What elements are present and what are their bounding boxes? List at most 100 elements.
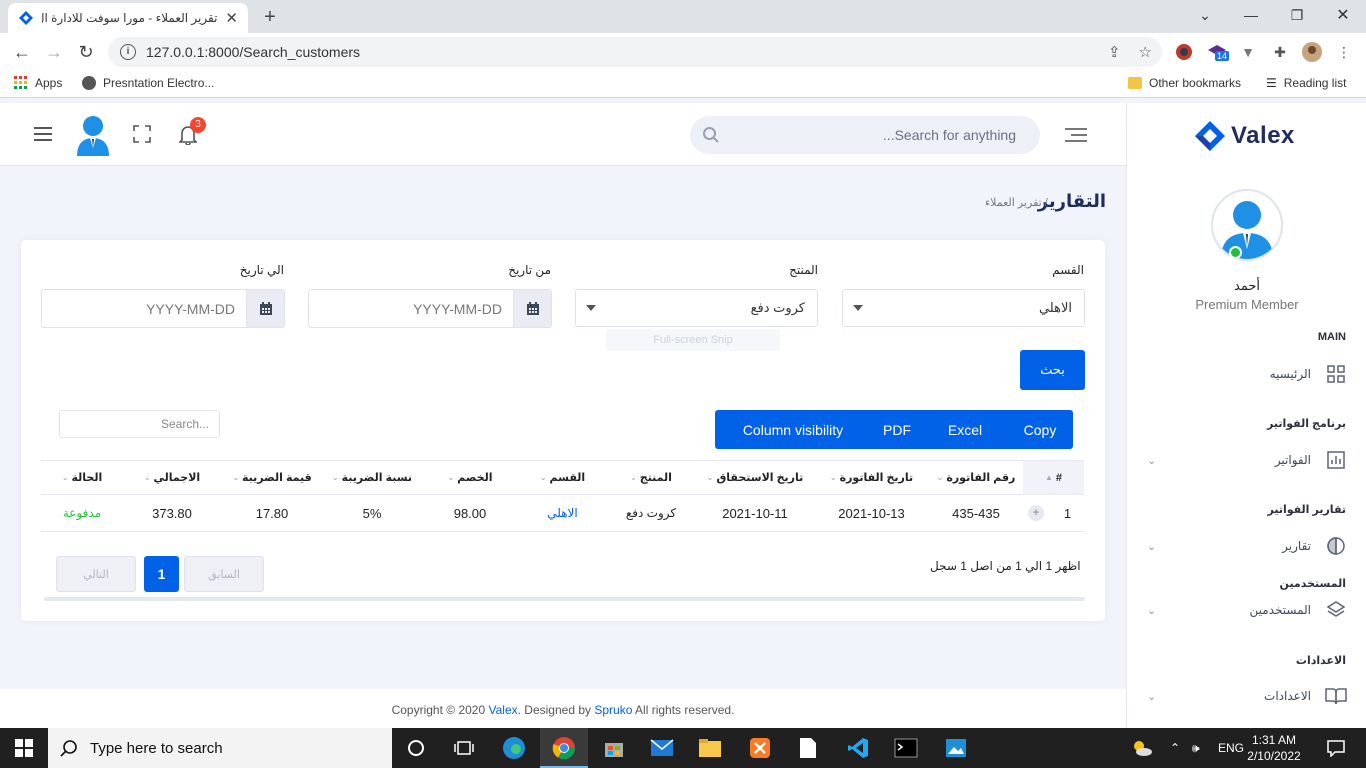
breadcrumb[interactable]: / تقرير العملاء — [985, 196, 1048, 209]
footer-designer-link[interactable]: Spruko — [594, 703, 632, 717]
col-header-tax-rate[interactable]: نسبة الضريبة ⌄ — [323, 461, 421, 494]
back-icon[interactable]: ← — [10, 40, 34, 64]
pagination-previous[interactable]: السابق — [184, 556, 264, 592]
expand-row-icon[interactable]: + — [1028, 505, 1044, 521]
excel-button[interactable]: Excel — [923, 410, 1007, 449]
col-header-product[interactable]: المنتج ⌄ — [606, 461, 696, 494]
header-search-input[interactable] — [690, 116, 1040, 154]
photos-icon[interactable] — [942, 734, 970, 762]
valex-logo[interactable]: Valex — [1193, 119, 1295, 153]
calendar-icon[interactable] — [246, 290, 284, 327]
sidebar-item-users[interactable]: المستخدمين ⌄ — [1147, 595, 1347, 625]
col-header-due-date[interactable]: تاريخ الاستحقاق ⌄ — [696, 461, 814, 494]
tray-overflow-icon[interactable]: ⌃ — [1170, 728, 1180, 768]
sort-icon: ⌄ — [936, 473, 944, 482]
to-date-input[interactable] — [42, 290, 247, 327]
weather-icon[interactable] — [1128, 734, 1156, 762]
menu-lines-icon[interactable] — [1064, 125, 1088, 145]
xampp-icon[interactable] — [746, 734, 774, 762]
to-date-field[interactable] — [41, 289, 285, 328]
sidebar-item-settings[interactable]: الاعدادات ⌄ — [1147, 681, 1347, 711]
col-header-discount[interactable]: الخصم ⌄ — [421, 461, 519, 494]
new-tab-icon[interactable]: + — [258, 5, 282, 29]
bookmark-star-icon[interactable]: ☆ — [1139, 43, 1152, 61]
extension-blocker-icon[interactable] — [1174, 42, 1194, 62]
col-header-invoice-number[interactable]: رقم الفاتورة ⌄ — [929, 461, 1023, 494]
col-header-total[interactable]: الاجمالي ⌄ — [123, 461, 221, 494]
browser-menu-icon[interactable]: ⋮ — [1334, 42, 1354, 62]
presentation-bookmark[interactable]: Presntation Electro... — [82, 76, 214, 90]
from-date-field[interactable] — [308, 289, 552, 328]
pdf-button[interactable]: PDF — [871, 410, 923, 449]
col-header-invoice-date[interactable]: تاريخ الفاتورة ⌄ — [814, 461, 929, 494]
cell-status-paid: مدفوعة — [62, 506, 102, 520]
close-tab-icon[interactable]: ✕ — [225, 9, 238, 27]
volume-icon[interactable]: 🕪 — [1192, 728, 1200, 768]
extension-graduation-icon[interactable]: 14 — [1207, 42, 1230, 62]
other-bookmarks[interactable]: Other bookmarks — [1128, 76, 1241, 90]
minimize-icon[interactable]: — — [1228, 0, 1274, 30]
fullscreen-icon[interactable] — [132, 124, 152, 144]
col-header-num[interactable]: # ▲ — [1023, 461, 1084, 494]
browser-toolbar: ← → ↻ i 127.0.0.1:8000/Search_customers … — [0, 33, 1366, 71]
extensions-puzzle-icon[interactable]: ✚ — [1270, 42, 1290, 62]
cortana-icon[interactable] — [402, 734, 430, 762]
tab-search-icon[interactable]: ⌄ — [1182, 0, 1228, 30]
product-filter-label: المنتج — [789, 263, 818, 277]
windows-start-icon[interactable] — [10, 734, 38, 762]
reading-list[interactable]: ☰ Reading list — [1266, 76, 1346, 90]
extension-v-icon[interactable]: ▼ — [1238, 42, 1258, 62]
edge-browser-icon[interactable] — [500, 734, 528, 762]
forward-icon[interactable]: → — [42, 40, 66, 64]
store-icon[interactable] — [600, 734, 628, 762]
section-select[interactable]: الاهلي — [842, 289, 1085, 327]
user-avatar[interactable] — [74, 113, 112, 157]
terminal-icon[interactable] — [892, 734, 920, 762]
col-header-status[interactable]: الحالة ⌄ — [41, 461, 123, 494]
task-view-icon[interactable] — [450, 734, 478, 762]
table-search[interactable] — [59, 410, 220, 438]
book-icon — [1325, 685, 1347, 707]
taskbar-search[interactable]: Type here to search — [48, 728, 392, 768]
pagination-page-1[interactable]: 1 — [144, 556, 179, 592]
copy-button[interactable]: Copy — [1007, 410, 1073, 449]
restore-icon[interactable]: ❐ — [1274, 0, 1320, 30]
header-search[interactable] — [690, 116, 1040, 154]
profile-avatar[interactable] — [1302, 42, 1322, 62]
close-window-icon[interactable]: ✕ — [1320, 0, 1366, 30]
table-search-input[interactable] — [60, 411, 219, 437]
column-visibility-button[interactable]: Column visibility — [715, 410, 871, 449]
document-icon[interactable] — [794, 734, 822, 762]
mail-icon[interactable] — [648, 734, 676, 762]
col-header-section[interactable]: القسم ⌄ — [519, 461, 606, 494]
cell-section-link[interactable]: الاهلي — [519, 495, 606, 531]
sidebar-item-reports[interactable]: تقارير ⌄ — [1147, 531, 1347, 561]
product-select[interactable]: كروت دفع — [575, 289, 818, 327]
folder-icon — [1128, 77, 1142, 89]
search-icon[interactable] — [702, 126, 720, 147]
calendar-icon[interactable] — [513, 290, 551, 327]
table-row[interactable]: + 1 435-435 2021-10-13 2021-10-11 كروت د… — [41, 495, 1084, 532]
apps-bookmark[interactable]: Apps — [14, 76, 62, 90]
search-submit-button[interactable]: بحث — [1020, 350, 1085, 390]
file-explorer-icon[interactable] — [696, 734, 724, 762]
hamburger-menu-icon[interactable] — [32, 123, 54, 145]
from-date-input[interactable] — [309, 290, 514, 327]
reload-icon[interactable]: ↻ — [74, 40, 98, 64]
pagination-next[interactable]: التالي — [56, 556, 136, 592]
notification-center-icon[interactable] — [1322, 734, 1350, 762]
sidebar-item-invoices[interactable]: الفواتير ⌄ — [1147, 445, 1347, 475]
col-header-tax-value[interactable]: قيمة الضريبة ⌄ — [221, 461, 323, 494]
sidebar-item-home[interactable]: الرئيسيه — [1147, 359, 1347, 389]
table-horizontal-scrollbar[interactable] — [44, 597, 1085, 601]
chrome-taskbar-button[interactable] — [540, 728, 588, 768]
address-bar[interactable]: i 127.0.0.1:8000/Search_customers ⇪ ☆ — [108, 37, 1162, 67]
share-icon[interactable]: ⇪ — [1108, 43, 1121, 61]
taskbar-clock[interactable]: 1:31 AM 2/10/2022 — [1244, 732, 1304, 764]
profile-avatar-large[interactable] — [1211, 189, 1283, 261]
footer-brand-link[interactable]: Valex — [488, 703, 517, 717]
browser-tab[interactable]: تقرير العملاء - مورا سوفت للادارة ال ✕ — [8, 3, 248, 33]
language-indicator[interactable]: ENG — [1218, 728, 1244, 768]
site-info-icon[interactable]: i — [120, 44, 136, 60]
vscode-icon[interactable] — [844, 734, 872, 762]
